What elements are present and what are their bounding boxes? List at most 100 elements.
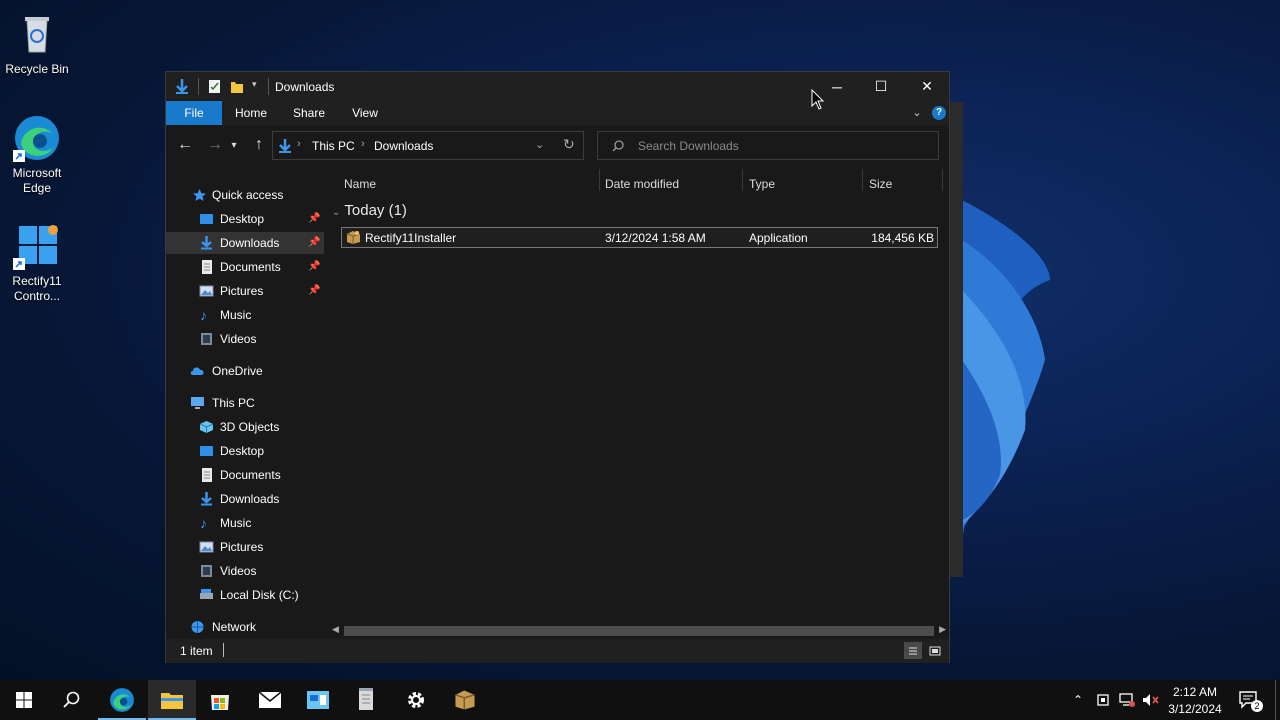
nav-this-pc[interactable]: This PC	[166, 392, 324, 414]
taskbar-file-explorer[interactable]	[148, 680, 196, 720]
nav-network[interactable]: Network	[166, 616, 324, 637]
refresh-icon[interactable]: ↻	[563, 136, 575, 153]
nav-onedrive[interactable]: OneDrive	[166, 360, 324, 382]
music-note-icon: ♪	[200, 515, 207, 531]
forward-button[interactable]: →	[204, 135, 226, 155]
nav-3d-objects[interactable]: 3D Objects	[166, 416, 324, 438]
title-bar[interactable]: ▾ Downloads ─ ☐ ✕	[166, 72, 949, 101]
nav-pc-music[interactable]: ♪ Music	[166, 512, 324, 534]
navigation-bar: ← → ▾ ↑ › This PC › Downloads ⌄ ↻ Search…	[166, 125, 949, 165]
nav-quick-music[interactable]: ♪ Music	[166, 304, 324, 326]
column-separator[interactable]	[862, 169, 863, 191]
properties-icon[interactable]	[208, 78, 221, 95]
column-separator[interactable]	[942, 169, 943, 191]
pin-icon: 📌	[308, 213, 321, 224]
nav-quick-downloads[interactable]: Downloads 📌	[166, 232, 324, 254]
ribbon-tabs: File Home Share View ⌄ ?	[166, 101, 949, 125]
background-window-edge	[950, 102, 963, 577]
address-bar[interactable]: › This PC › Downloads ⌄ ↻	[272, 131, 584, 160]
recent-locations-chevron-icon[interactable]: ▾	[228, 135, 240, 155]
scroll-left-icon[interactable]: ◀	[332, 624, 339, 635]
show-hidden-icons-chevron-icon[interactable]: ⌃	[1068, 680, 1088, 720]
qa-separator	[198, 78, 199, 95]
taskbar-notepad[interactable]	[342, 680, 390, 720]
nav-quick-pictures[interactable]: Pictures 📌	[166, 280, 324, 302]
clock-time: 2:12 AM	[1172, 685, 1218, 699]
collapse-chevron-icon[interactable]: ⌄	[332, 207, 340, 218]
column-separator[interactable]	[599, 169, 600, 191]
nav-pc-downloads[interactable]: Downloads	[166, 488, 324, 510]
nav-quick-access[interactable]: Quick access	[166, 184, 324, 206]
taskbar-installer[interactable]	[441, 680, 489, 720]
pin-icon: 📌	[308, 261, 321, 272]
column-header-date-modified[interactable]: Date modified	[605, 173, 679, 195]
horizontal-scrollbar[interactable]: ◀ ▶	[332, 623, 948, 638]
nav-quick-desktop[interactable]: Desktop 📌	[166, 208, 324, 230]
up-button[interactable]: ↑	[248, 135, 270, 155]
nav-pc-pictures[interactable]: Pictures	[166, 536, 324, 558]
nav-quick-documents[interactable]: Documents 📌	[166, 256, 324, 278]
new-folder-icon[interactable]	[230, 78, 244, 95]
network-icon	[191, 621, 204, 633]
tab-view[interactable]: View	[342, 101, 388, 125]
breadcrumb-chevron-icon[interactable]: ›	[297, 138, 301, 150]
back-button[interactable]: ←	[174, 135, 196, 155]
edge-icon	[110, 688, 134, 712]
desktop-icon-label: Recycle Bin	[5, 62, 69, 76]
desktop-icon-recycle-bin[interactable]: Recycle Bin	[0, 10, 74, 77]
desktop-icon-rectify11-control[interactable]: Rectify11 Contro...	[0, 222, 74, 304]
downloads-arrow-icon	[201, 236, 212, 250]
downloads-arrow-icon	[279, 139, 291, 153]
start-button[interactable]	[0, 680, 48, 720]
nav-pc-documents[interactable]: Documents	[166, 464, 324, 486]
close-button[interactable]: ✕	[904, 72, 950, 101]
desktop-icon-edge[interactable]: Microsoft Edge	[0, 114, 74, 196]
tray-device-icon[interactable]	[1092, 680, 1114, 720]
column-header-size[interactable]: Size	[869, 173, 892, 195]
search-button[interactable]	[48, 680, 96, 720]
installer-icon	[346, 231, 361, 244]
nav-quick-videos[interactable]: Videos	[166, 328, 324, 350]
computer-icon	[191, 397, 204, 409]
maximize-button[interactable]: ☐	[858, 72, 904, 101]
show-desktop-button[interactable]	[1275, 680, 1276, 720]
tab-home[interactable]: Home	[228, 101, 274, 125]
nav-pc-desktop[interactable]: Desktop	[166, 440, 324, 462]
help-icon[interactable]: ?	[932, 106, 946, 120]
search-icon	[612, 140, 624, 152]
tab-file[interactable]: File	[166, 101, 222, 125]
large-icons-view-button[interactable]	[926, 642, 944, 659]
action-center-button[interactable]: 2	[1234, 680, 1264, 720]
customize-qa-chevron-icon[interactable]: ▾	[252, 79, 257, 96]
expand-ribbon-chevron-icon[interactable]: ⌄	[908, 101, 926, 125]
search-box[interactable]: Search Downloads	[597, 131, 939, 160]
desktop-folder-icon	[200, 214, 213, 224]
group-header-today[interactable]: ⌄ Today (1)	[332, 201, 407, 221]
table-row[interactable]: Rectify11Installer 3/12/2024 1:58 AM App…	[341, 227, 938, 248]
nav-pc-videos[interactable]: Videos	[166, 560, 324, 582]
scrollbar-thumb[interactable]	[344, 626, 934, 636]
navigation-pane: Quick access Desktop 📌 Downloads 📌 Docum…	[166, 165, 324, 637]
tab-share[interactable]: Share	[286, 101, 332, 125]
column-separator[interactable]	[742, 169, 743, 191]
address-history-chevron-icon[interactable]: ⌄	[535, 138, 544, 151]
scroll-right-icon[interactable]: ▶	[939, 624, 946, 635]
taskbar-settings[interactable]	[392, 680, 440, 720]
taskbar-store[interactable]	[196, 680, 244, 720]
breadcrumb-this-pc[interactable]: This PC	[312, 139, 355, 153]
network-disconnected-icon[interactable]	[1116, 680, 1138, 720]
taskbar-control-panel[interactable]	[294, 680, 342, 720]
desktop-icon-label: Microsoft Edge	[12, 166, 62, 195]
column-header-name[interactable]: Name	[344, 173, 376, 195]
details-view-button[interactable]	[904, 642, 922, 659]
volume-muted-icon[interactable]	[1140, 680, 1162, 720]
clock[interactable]: 2:12 AM 3/12/2024	[1162, 684, 1228, 718]
taskbar-edge[interactable]	[98, 680, 146, 720]
details-view-icon	[909, 647, 917, 654]
column-header-type[interactable]: Type	[749, 173, 775, 195]
taskbar-mail[interactable]	[246, 680, 294, 720]
breadcrumb-chevron-icon[interactable]: ›	[361, 138, 365, 150]
nav-local-disk[interactable]: Local Disk (C:)	[166, 584, 324, 606]
breadcrumb-downloads[interactable]: Downloads	[374, 139, 433, 153]
gear-icon	[408, 692, 424, 708]
